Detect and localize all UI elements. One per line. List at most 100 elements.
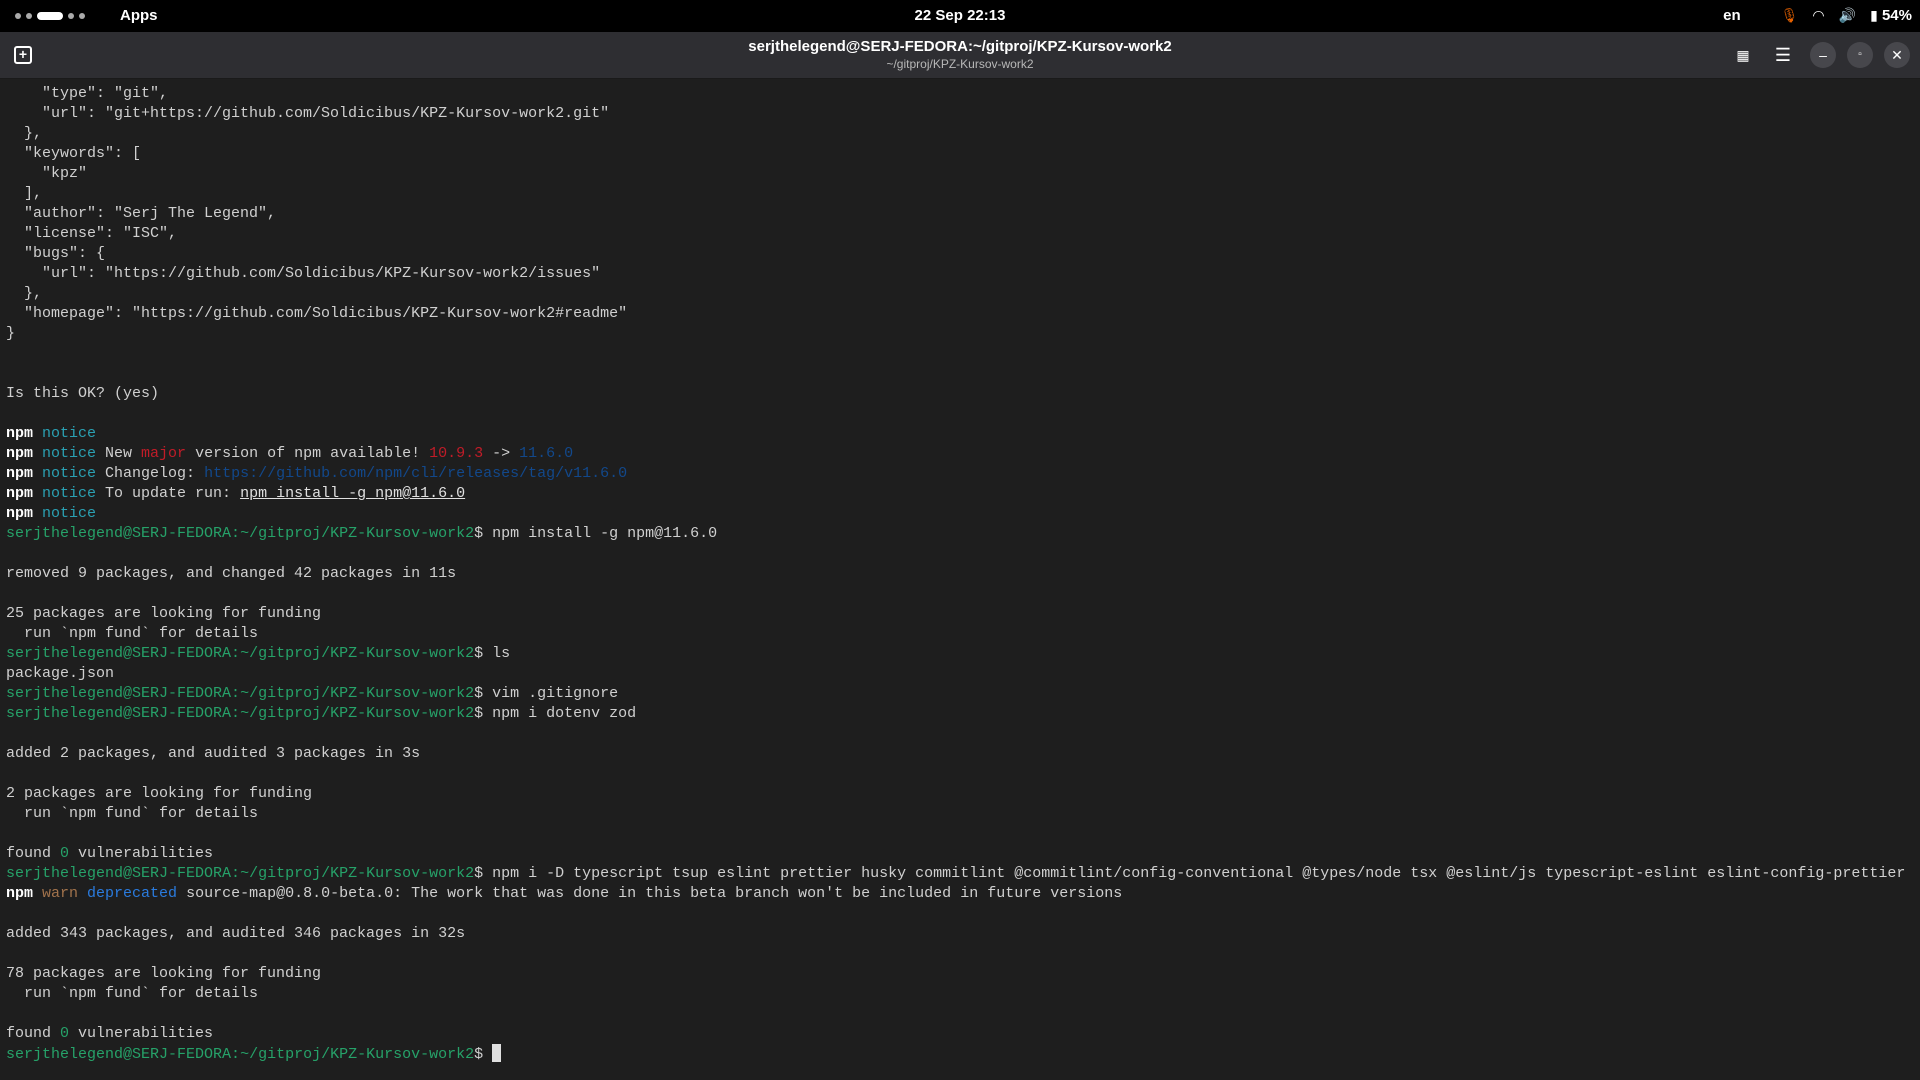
output-text: run `npm fund` for details	[6, 985, 259, 1002]
output-text: run `npm fund` for details	[6, 805, 259, 822]
output-text: added 343 packages, and audited 346 pack…	[6, 925, 466, 942]
output-text: vulnerabilities	[69, 1025, 214, 1042]
output-text: ->	[483, 445, 520, 462]
microphone-icon: 🎙	[1780, 7, 1799, 23]
output-text: 10.9.3	[429, 445, 484, 462]
output-text: ],	[6, 185, 43, 202]
terminal-line: },	[6, 284, 1905, 304]
minimize-button[interactable]: –	[1810, 42, 1836, 68]
output-text: $ ls	[474, 645, 511, 662]
terminal-line: serjthelegend@SERJ-FEDORA:~/gitproj/KPZ-…	[6, 704, 1905, 724]
output-text: npm install -g npm@11.6.0	[240, 485, 466, 502]
prompt-segment: :	[231, 705, 241, 722]
output-text: npm	[6, 505, 34, 522]
output-text: $	[474, 1046, 493, 1063]
terminal-line: npm notice New major version of npm avai…	[6, 444, 1905, 464]
workspace-dot[interactable]	[15, 13, 21, 19]
apps-button[interactable]: Apps	[120, 7, 158, 24]
terminal-line: run `npm fund` for details	[6, 984, 1905, 1004]
prompt-segment: ~/gitproj/KPZ-Kursov-work2	[240, 685, 475, 702]
terminal-line: "keywords": [	[6, 144, 1905, 164]
output-text: "url": "https://github.com/Soldicibus/KP…	[6, 265, 601, 282]
prompt-segment: ~/gitproj/KPZ-Kursov-work2	[240, 705, 475, 722]
terminal-line: "homepage": "https://github.com/Soldicib…	[6, 304, 1905, 324]
window-subtitle: ~/gitproj/KPZ-Kursov-work2	[886, 57, 1034, 71]
prompt-segment: :	[231, 525, 241, 542]
terminal-line: serjthelegend@SERJ-FEDORA:~/gitproj/KPZ-…	[6, 684, 1905, 704]
terminal-line: "url": "https://github.com/Soldicibus/KP…	[6, 264, 1905, 284]
menu-icon[interactable]: ☰	[1770, 42, 1796, 68]
close-button[interactable]: ✕	[1884, 42, 1910, 68]
wifi-icon: ◠	[1812, 7, 1825, 23]
terminal-line: 2 packages are looking for funding	[6, 784, 1905, 804]
prompt-segment: ~/gitproj/KPZ-Kursov-work2	[240, 865, 475, 882]
output-text: npm	[6, 445, 34, 462]
prompt-segment: :	[231, 1046, 241, 1063]
prompt-segment: serjthelegend@SERJ-FEDORA	[6, 865, 232, 882]
terminal-line: },	[6, 124, 1905, 144]
terminal-line: found 0 vulnerabilities	[6, 844, 1905, 864]
terminal-line: Is this OK? (yes)	[6, 384, 1905, 404]
terminal-line: serjthelegend@SERJ-FEDORA:~/gitproj/KPZ-…	[6, 644, 1905, 664]
output-text: 78 packages are looking for funding	[6, 965, 322, 982]
terminal-line: package.json	[6, 664, 1905, 684]
output-text: "url": "git+https://github.com/Soldicibu…	[6, 105, 610, 122]
output-text: vulnerabilities	[69, 845, 214, 862]
output-text: New	[96, 445, 142, 462]
keyboard-layout[interactable]: en	[1723, 7, 1741, 24]
terminal-line: run `npm fund` for details	[6, 624, 1905, 644]
terminal-line: found 0 vulnerabilities	[6, 1024, 1905, 1044]
system-tray[interactable]: en 🎙 ◠ 🔊 ▮ 54%	[1723, 7, 1912, 24]
output-text: $ vim .gitignore	[474, 685, 619, 702]
output-text: https://github.com/npm/cli/releases/tag/…	[204, 465, 628, 482]
prompt-segment: :	[231, 645, 241, 662]
prompt-segment: serjthelegend@SERJ-FEDORA	[6, 525, 232, 542]
output-text: "homepage": "https://github.com/Soldicib…	[6, 305, 628, 322]
workspace-indicator[interactable]	[15, 12, 85, 20]
output-text: "type": "git",	[6, 85, 169, 102]
terminal-line: npm notice	[6, 424, 1905, 444]
maximize-button[interactable]: ▫	[1847, 42, 1873, 68]
output-text: "kpz"	[6, 165, 88, 182]
prompt-segment: ~/gitproj/KPZ-Kursov-work2	[240, 1046, 475, 1063]
terminal-line: "type": "git",	[6, 84, 1905, 104]
output-text: Is this OK? (yes)	[6, 385, 160, 402]
prompt-segment: serjthelegend@SERJ-FEDORA	[6, 1046, 232, 1063]
output-text: found	[6, 845, 61, 862]
output-text: 11.6.0	[519, 445, 574, 462]
prompt-segment: serjthelegend@SERJ-FEDORA	[6, 685, 232, 702]
prompt-segment: serjthelegend@SERJ-FEDORA	[6, 645, 232, 662]
output-text: 2 packages are looking for funding	[6, 785, 313, 802]
prompt-segment: :	[231, 685, 241, 702]
terminal-line: run `npm fund` for details	[6, 804, 1905, 824]
output-text: To update run:	[96, 485, 241, 502]
workspace-dot-active[interactable]	[37, 12, 63, 20]
terminal-line: "author": "Serj The Legend",	[6, 204, 1905, 224]
tab-overview-icon[interactable]: ▦	[1730, 42, 1756, 68]
terminal-line: "bugs": {	[6, 244, 1905, 264]
output-text: notice	[33, 465, 97, 482]
volume-icon: 🔊	[1838, 7, 1857, 23]
terminal-line: 25 packages are looking for funding	[6, 604, 1905, 624]
system-top-bar: Apps 22 Sep 22:13 en 🎙 ◠ 🔊 ▮ 54%	[0, 0, 1920, 32]
output-text: notice	[33, 485, 97, 502]
output-text: package.json	[6, 665, 115, 682]
terminal-line: }	[6, 324, 1905, 344]
output-text: notice	[33, 425, 97, 442]
output-text: 25 packages are looking for funding	[6, 605, 322, 622]
terminal-output[interactable]: "type": "git", "url": "git+https://githu…	[6, 84, 1905, 1064]
prompt-segment: :	[231, 865, 241, 882]
workspace-dot[interactable]	[68, 13, 74, 19]
terminal-line: npm notice	[6, 504, 1905, 524]
workspace-dot[interactable]	[79, 13, 85, 19]
output-text: version of npm available!	[186, 445, 430, 462]
clock[interactable]: 22 Sep 22:13	[915, 7, 1006, 24]
workspace-dot[interactable]	[26, 13, 32, 19]
output-text: run `npm fund` for details	[6, 625, 259, 642]
terminal-line: serjthelegend@SERJ-FEDORA:~/gitproj/KPZ-…	[6, 524, 1905, 544]
